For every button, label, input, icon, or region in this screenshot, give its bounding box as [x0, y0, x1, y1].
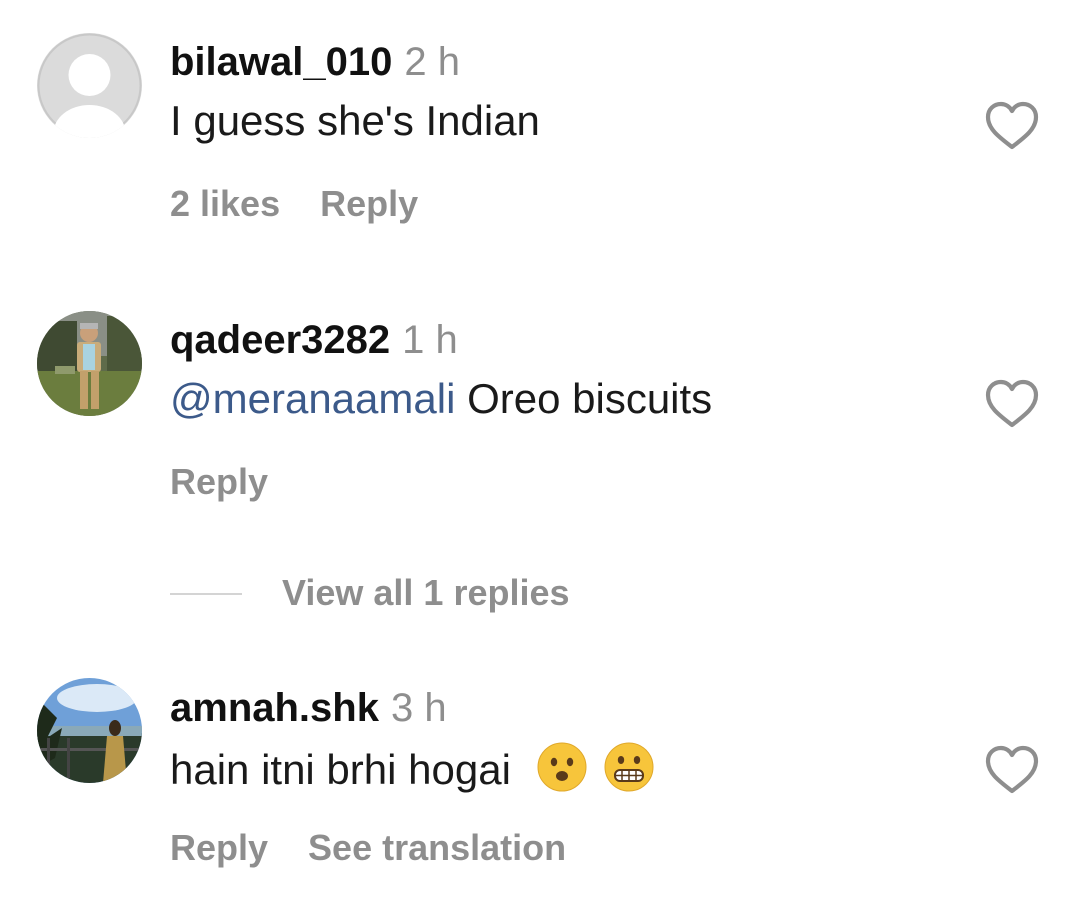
timestamp: 3 h [390, 686, 447, 730]
comment-actions: Reply See translation [170, 826, 606, 870]
username[interactable]: amnah.shk [170, 686, 379, 730]
see-translation-button[interactable]: See translation [308, 827, 566, 868]
comment-text: hain itni brhi hogai [170, 742, 654, 795]
grimacing-face-emoji-icon [604, 742, 654, 792]
avatar[interactable] [37, 678, 142, 783]
comment-3: amnah.shk 3 h hain itni brhi hogai Reply S… [0, 0, 1080, 922]
reply-button[interactable]: Reply [170, 827, 268, 868]
comment-body: hain itni brhi hogai [170, 746, 511, 793]
profile-photo-icon [37, 678, 142, 783]
heart-outline-icon[interactable] [985, 745, 1039, 795]
comment-header: amnah.shk 3 h [170, 684, 447, 732]
frowning-face-open-mouth-emoji-icon [537, 742, 587, 792]
